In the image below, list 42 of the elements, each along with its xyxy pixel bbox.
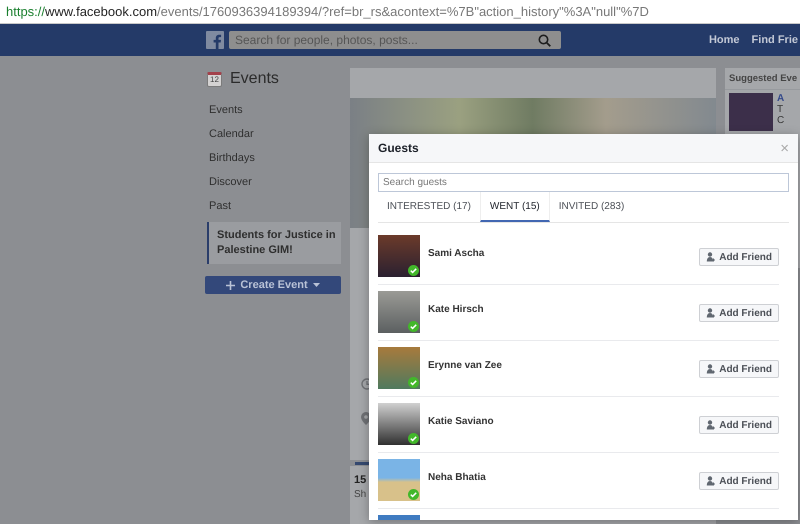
add-person-icon xyxy=(706,364,716,374)
event-detail: T xyxy=(777,104,784,115)
tab[interactable]: INVITED (283) xyxy=(550,192,634,222)
guest-name[interactable]: Katie Saviano xyxy=(428,416,700,427)
add-friend-button[interactable]: Add Friend xyxy=(699,304,779,322)
facebook-logo-icon xyxy=(206,31,224,49)
nav-link[interactable]: Find Frie xyxy=(752,34,798,46)
add-person-icon xyxy=(706,308,716,318)
guest-name[interactable]: Neha Bhatia xyxy=(428,472,700,483)
create-event-button[interactable]: Create Event xyxy=(205,276,341,294)
add-person-icon xyxy=(706,476,716,486)
guest-name[interactable]: Sami Ascha xyxy=(428,248,700,259)
sidebar-item[interactable]: Birthdays xyxy=(205,146,341,170)
sidebar-item[interactable]: Events xyxy=(205,98,341,122)
page-title: Events xyxy=(230,70,279,88)
sidebar-item[interactable]: Students for Justice in Palestine GIM! xyxy=(207,222,341,264)
caret-icon xyxy=(312,283,320,287)
sidebar-item[interactable]: Calendar xyxy=(205,122,341,146)
plus-icon xyxy=(226,280,236,290)
tab[interactable]: WENT (15) xyxy=(480,192,550,222)
search-field[interactable]: Search guests xyxy=(378,173,789,192)
dialog-title: Guests xyxy=(378,141,419,155)
panel-heading: Suggested Eve xyxy=(725,68,800,90)
search-icon xyxy=(538,34,551,46)
event-thumbnail-placeholder xyxy=(729,93,773,131)
nav-link[interactable]: Home xyxy=(708,34,740,46)
sidebar-item[interactable]: Past xyxy=(205,194,341,218)
add-friend-button[interactable]: Add Friend xyxy=(699,360,779,378)
stat-value: 15 xyxy=(354,474,366,486)
stat-label: Sh xyxy=(354,488,366,500)
add-person-icon xyxy=(706,420,716,430)
add-friend-button[interactable]: Add Friend xyxy=(699,472,779,490)
guest-name[interactable]: Erynne van Zee xyxy=(428,360,700,371)
event-detail: C xyxy=(777,115,784,126)
add-person-icon xyxy=(706,252,716,262)
add-friend-button[interactable]: Add Friend xyxy=(699,416,779,434)
event-link[interactable]: A xyxy=(777,93,784,104)
tab[interactable]: INTERESTED (17) xyxy=(378,192,480,222)
sidebar-item[interactable]: Discover xyxy=(205,170,341,194)
calendar-icon: 12 xyxy=(207,72,222,86)
guest-name[interactable]: Kate Hirsch xyxy=(428,304,700,315)
add-friend-button[interactable]: Add Friend xyxy=(699,248,779,266)
